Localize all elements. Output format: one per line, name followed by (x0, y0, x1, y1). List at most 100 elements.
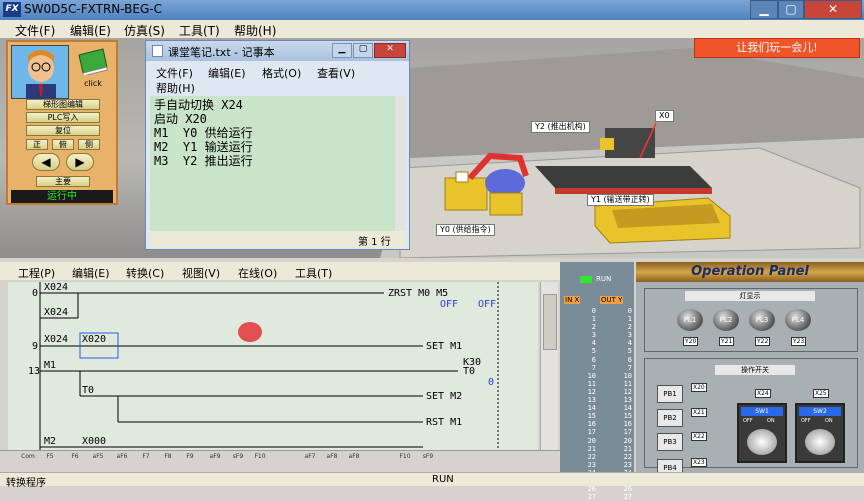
ladder-edit-button[interactable]: 梯形图编辑 (26, 99, 100, 110)
minimize-button[interactable]: ▁ (750, 0, 778, 19)
contact-label[interactable]: M2 (44, 436, 56, 447)
fkey-button[interactable]: F9 (180, 453, 200, 470)
reset-button[interactable]: 复位 (26, 125, 100, 136)
np-menu-format[interactable]: 格式(O) (262, 65, 301, 81)
view-front-button[interactable]: 正 (26, 139, 48, 150)
fkey-button[interactable]: aF9 (205, 453, 225, 470)
prev-arrow-button[interactable]: ◀ (32, 153, 60, 171)
fkey-button[interactable]: aF7 (300, 453, 320, 470)
menu-file[interactable]: 文件(F) (15, 22, 55, 39)
np-menu-view[interactable]: 查看(V) (317, 65, 355, 81)
notepad-statusbar: 第 1 行 (150, 231, 405, 248)
lamp-address: Y22 (755, 337, 771, 346)
fkey-label: F5 (46, 453, 54, 460)
close-button[interactable]: ✕ (804, 0, 862, 19)
instruction[interactable]: SET M1 (426, 341, 462, 352)
main-button[interactable]: 主要 (36, 176, 90, 187)
ladder-menu-convert[interactable]: 转换(C) (126, 265, 164, 281)
menu-tools[interactable]: 工具(T) (179, 22, 220, 39)
timer-value: 0 (488, 377, 495, 388)
fkey-button[interactable]: F10 (395, 453, 415, 470)
step-number: 13 (28, 366, 41, 377)
simulation-scene: 让我们玩一会儿! Y2 (推出机构) X0 Y1 (输送带正转) Y0 (供给指… (0, 38, 864, 258)
next-arrow-button[interactable]: ▶ (66, 153, 94, 171)
np-menu-help[interactable]: 帮助(H) (156, 80, 195, 96)
contact-label[interactable]: X020 (82, 334, 106, 345)
window-title: SW0D5C-FXTRN-BEG-C (24, 2, 162, 16)
pilot-lamp-1: PL1 (677, 309, 703, 331)
contact-label[interactable]: T0 (82, 385, 94, 396)
fkey-button[interactable]: aF5 (88, 453, 108, 470)
pb-address: X22 (691, 432, 707, 441)
maximize-button[interactable]: ▢ (778, 0, 804, 19)
np-menu-file[interactable]: 文件(F) (156, 65, 193, 81)
contact-label[interactable]: X024 (44, 282, 68, 293)
io-point: 23 (623, 460, 632, 469)
fkey-button[interactable]: F10 (250, 453, 270, 470)
io-point: 2 (591, 323, 596, 332)
menu-edit[interactable]: 编辑(E) (70, 22, 111, 39)
fkey-button[interactable]: Com (18, 453, 38, 470)
io-point: 0 (591, 307, 596, 315)
contact-label[interactable]: X024 (44, 307, 68, 318)
on-label: ON (767, 418, 775, 424)
fkey-button[interactable]: aF6 (112, 453, 132, 470)
play-button[interactable]: 让我们玩一会儿! (694, 38, 860, 58)
lamp-address: Y20 (683, 337, 699, 346)
notepad-text-area[interactable]: 手自动切换 X24 启动 X20 M1 Y0 供给运行 M2 Y1 输送运行 M3 Y2… (150, 96, 395, 231)
click-button[interactable]: click (73, 45, 113, 88)
avatar (11, 45, 69, 100)
view-top-button[interactable]: 俯 (52, 139, 74, 150)
instruction[interactable]: ZRST M0 M5 (388, 288, 448, 299)
ladder-menu-tools[interactable]: 工具(T) (295, 265, 332, 281)
ladder-scrollbar[interactable] (540, 282, 558, 450)
ladder-editor[interactable]: 0 9 13 X024 ZRST M0 M5 OFF OFF X024 X024… (8, 282, 538, 450)
fkey-button[interactable]: aF8 (344, 453, 364, 470)
instruction[interactable]: RST M1 (426, 417, 462, 428)
notepad-close-button[interactable]: ✕ (374, 43, 406, 58)
selector-switch-1[interactable]: SW1 OFF ON (737, 403, 787, 463)
selector-switch-2[interactable]: SW2 OFF ON (795, 403, 845, 463)
scroll-thumb[interactable] (543, 294, 557, 350)
notepad-maximize-button[interactable]: ▢ (353, 43, 373, 58)
fkey-button[interactable]: F8 (158, 453, 178, 470)
view-side-button[interactable]: 侧 (78, 139, 100, 150)
ladder-menu-online[interactable]: 在线(O) (238, 265, 277, 281)
ladder-menu-view[interactable]: 视图(V) (182, 265, 220, 281)
notepad-minimize-button[interactable]: ▁ (332, 43, 352, 58)
fkey-label: F6 (71, 453, 79, 460)
menu-simulate[interactable]: 仿真(S) (124, 22, 165, 39)
menu-help[interactable]: 帮助(H) (234, 22, 276, 39)
label-x0: X0 (655, 110, 674, 122)
fkey-button[interactable]: aF8 (322, 453, 342, 470)
fkey-button[interactable]: sF9 (418, 453, 438, 470)
fkey-button[interactable]: F5 (40, 453, 60, 470)
fkey-label: F10 (254, 453, 266, 460)
instruction[interactable]: SET M2 (426, 391, 462, 402)
input-header: IN X (564, 296, 581, 304)
io-point: 2 (627, 323, 632, 332)
notepad-scrollbar[interactable] (395, 96, 405, 231)
fkey-button[interactable]: F6 (65, 453, 85, 470)
push-button-3[interactable]: PB3 (657, 433, 683, 451)
io-point: 23 (587, 460, 596, 469)
push-button-2[interactable]: PB2 (657, 409, 683, 427)
app-logo-icon: FX (3, 2, 21, 17)
np-menu-edit[interactable]: 编辑(E) (208, 65, 246, 81)
io-point: 5 (627, 347, 632, 356)
io-point: 3 (591, 331, 596, 340)
io-point: 13 (623, 396, 632, 405)
io-point: 5 (591, 347, 596, 356)
teacher-icon (26, 50, 56, 100)
ladder-menu-edit[interactable]: 编辑(E) (72, 265, 110, 281)
contact-label[interactable]: X000 (82, 436, 106, 447)
plc-write-button[interactable]: PLC写入 (26, 112, 100, 123)
fkey-button[interactable]: sF9 (228, 453, 248, 470)
contact-label[interactable]: X024 (44, 334, 68, 345)
book-icon (78, 48, 108, 77)
contact-label[interactable]: M1 (44, 360, 56, 371)
fkey-button[interactable]: F7 (136, 453, 156, 470)
push-button-1[interactable]: PB1 (657, 385, 683, 403)
notepad-window: 课堂笔记.txt - 记事本 ▁ ▢ ✕ 文件(F) 编辑(E) 格式(O) 查… (145, 40, 410, 250)
ladder-menu-project[interactable]: 工程(P) (18, 265, 55, 281)
